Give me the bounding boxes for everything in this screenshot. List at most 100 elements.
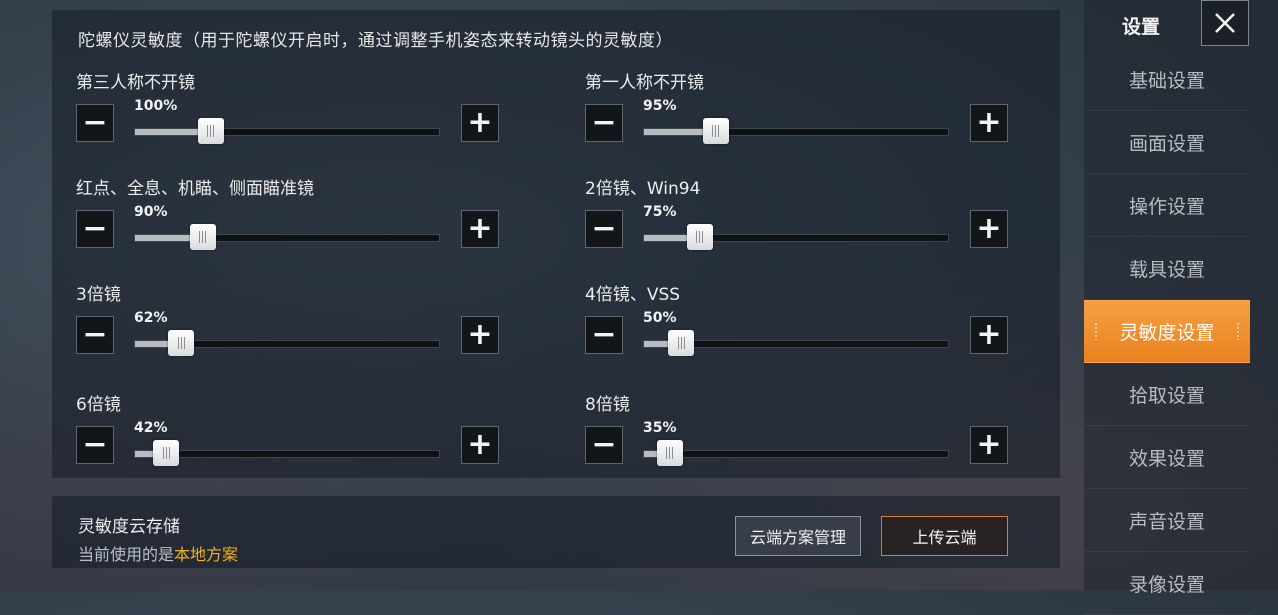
close-button[interactable] xyxy=(1201,0,1249,46)
minus-icon: − xyxy=(591,211,617,246)
sidebar-item[interactable]: 操作设置 xyxy=(1084,174,1250,237)
minus-icon: − xyxy=(82,317,108,352)
percent-value: 100% xyxy=(134,98,178,114)
cloud-storage-panel: 灵敏度云存储 当前使用的是本地方案 云端方案管理 上传云端 xyxy=(52,496,1060,568)
percent-value: 90% xyxy=(134,204,168,220)
plus-icon: + xyxy=(467,317,493,352)
slider-thumb[interactable] xyxy=(189,224,216,250)
minus-icon: − xyxy=(591,105,617,140)
percent-value: 42% xyxy=(134,420,168,436)
plus-icon: + xyxy=(976,105,1002,140)
percent-value: 50% xyxy=(643,310,677,326)
sensitivity-row: 第三人称不开镜 − 100% + xyxy=(76,68,510,158)
slider-thumb[interactable] xyxy=(168,330,195,356)
slider-thumb[interactable] xyxy=(197,118,224,144)
plus-icon: + xyxy=(467,427,493,462)
increase-button[interactable]: + xyxy=(970,210,1008,248)
sensitivity-row: 3倍镜 − 62% + xyxy=(76,280,510,370)
cloud-scheme-manage-button[interactable]: 云端方案管理 xyxy=(735,516,861,556)
slider-thumb[interactable] xyxy=(702,118,729,144)
sidebar-item[interactable]: 载具设置 xyxy=(1084,237,1250,300)
settings-title: 设置 xyxy=(1122,16,1161,38)
decrease-button[interactable]: − xyxy=(585,104,623,142)
status-prefix: 当前使用的是 xyxy=(78,545,175,564)
plus-icon: + xyxy=(976,317,1002,352)
sidebar-item[interactable]: 录像设置 xyxy=(1084,552,1250,615)
decrease-button[interactable]: − xyxy=(76,426,114,464)
row-label: 红点、全息、机瞄、侧面瞄准镜 xyxy=(76,179,314,199)
plus-icon: + xyxy=(976,211,1002,246)
decrease-button[interactable]: − xyxy=(76,316,114,354)
decrease-button[interactable]: − xyxy=(76,104,114,142)
row-label: 第三人称不开镜 xyxy=(76,73,195,93)
increase-button[interactable]: + xyxy=(970,426,1008,464)
sidebar-item[interactable]: 画面设置 xyxy=(1084,111,1250,174)
decrease-button[interactable]: − xyxy=(585,316,623,354)
cloud-storage-title: 灵敏度云存储 xyxy=(78,517,180,537)
status-scheme-name: 本地方案 xyxy=(174,545,239,564)
percent-value: 75% xyxy=(643,204,677,220)
sidebar-item-label: 载具设置 xyxy=(1128,258,1205,281)
sidebar-item[interactable]: 声音设置 xyxy=(1084,489,1250,552)
sidebar-item[interactable]: 基础设置 xyxy=(1084,48,1250,111)
increase-button[interactable]: + xyxy=(461,426,499,464)
sensitivity-row: 4倍镜、VSS − 50% + xyxy=(585,280,1019,370)
sidebar-item[interactable]: 效果设置 xyxy=(1084,426,1250,489)
slider-track[interactable] xyxy=(643,450,949,458)
minus-icon: − xyxy=(82,105,108,140)
slider-thumb[interactable] xyxy=(153,440,180,466)
sensitivity-row: 红点、全息、机瞄、侧面瞄准镜 − 90% + xyxy=(76,174,510,264)
gyroscope-sensitivity-panel: 陀螺仪灵敏度（用于陀螺仪开启时，通过调整手机姿态来转动镜头的灵敏度） 第三人称不… xyxy=(52,10,1060,478)
sidebar-item-label: 操作设置 xyxy=(1128,195,1205,218)
minus-icon: − xyxy=(591,317,617,352)
slider-track[interactable] xyxy=(643,128,949,136)
row-label: 第一人称不开镜 xyxy=(585,73,704,93)
close-icon xyxy=(1215,13,1235,33)
sidebar-item-label: 录像设置 xyxy=(1128,573,1205,596)
sensitivity-row: 6倍镜 − 42% + xyxy=(76,390,510,480)
plus-icon: + xyxy=(976,427,1002,462)
row-label: 4倍镜、VSS xyxy=(585,285,681,305)
sidebar-item-label: 效果设置 xyxy=(1128,447,1205,470)
increase-button[interactable]: + xyxy=(461,104,499,142)
slider-thumb[interactable] xyxy=(686,224,713,250)
plus-icon: + xyxy=(467,105,493,140)
minus-icon: − xyxy=(82,211,108,246)
slider-thumb[interactable] xyxy=(656,440,683,466)
plus-icon: + xyxy=(467,211,493,246)
sensitivity-row: 2倍镜、Win94 − 75% + xyxy=(585,174,1019,264)
sensitivity-row: 第一人称不开镜 − 95% + xyxy=(585,68,1019,158)
percent-value: 95% xyxy=(643,98,677,114)
increase-button[interactable]: + xyxy=(461,316,499,354)
sidebar-item-label: 拾取设置 xyxy=(1128,384,1205,407)
sidebar-header: 设置 xyxy=(1084,0,1278,48)
increase-button[interactable]: + xyxy=(970,316,1008,354)
sensitivity-row: 8倍镜 − 35% + xyxy=(585,390,1019,480)
decrease-button[interactable]: − xyxy=(76,210,114,248)
percent-value: 62% xyxy=(134,310,168,326)
panel-title: 陀螺仪灵敏度（用于陀螺仪开启时，通过调整手机姿态来转动镜头的灵敏度） xyxy=(78,31,673,51)
upload-cloud-button[interactable]: 上传云端 xyxy=(881,516,1008,556)
cloud-storage-status: 当前使用的是本地方案 xyxy=(78,541,238,565)
settings-sidebar: 设置 基础设置画面设置操作设置载具设置灵敏度设置拾取设置效果设置声音设置录像设置 xyxy=(1084,0,1278,615)
minus-icon: − xyxy=(591,427,617,462)
slider-track[interactable] xyxy=(134,128,440,136)
sidebar-item[interactable]: 灵敏度设置 xyxy=(1084,300,1250,363)
grip-decoration xyxy=(1094,322,1098,340)
slider-thumb[interactable] xyxy=(668,330,695,356)
decrease-button[interactable]: − xyxy=(585,426,623,464)
slider-track[interactable] xyxy=(134,450,440,458)
sidebar-item[interactable]: 拾取设置 xyxy=(1084,363,1250,426)
minus-icon: − xyxy=(82,427,108,462)
slider-track[interactable] xyxy=(134,234,440,242)
grip-decoration xyxy=(1236,322,1240,340)
sidebar-item-label: 画面设置 xyxy=(1128,132,1205,155)
sidebar-item-label: 声音设置 xyxy=(1128,510,1205,533)
decrease-button[interactable]: − xyxy=(585,210,623,248)
row-label: 8倍镜 xyxy=(585,395,630,415)
increase-button[interactable]: + xyxy=(970,104,1008,142)
increase-button[interactable]: + xyxy=(461,210,499,248)
sidebar-item-label: 灵敏度设置 xyxy=(1119,321,1215,344)
row-label: 6倍镜 xyxy=(76,395,121,415)
row-label: 3倍镜 xyxy=(76,285,121,305)
